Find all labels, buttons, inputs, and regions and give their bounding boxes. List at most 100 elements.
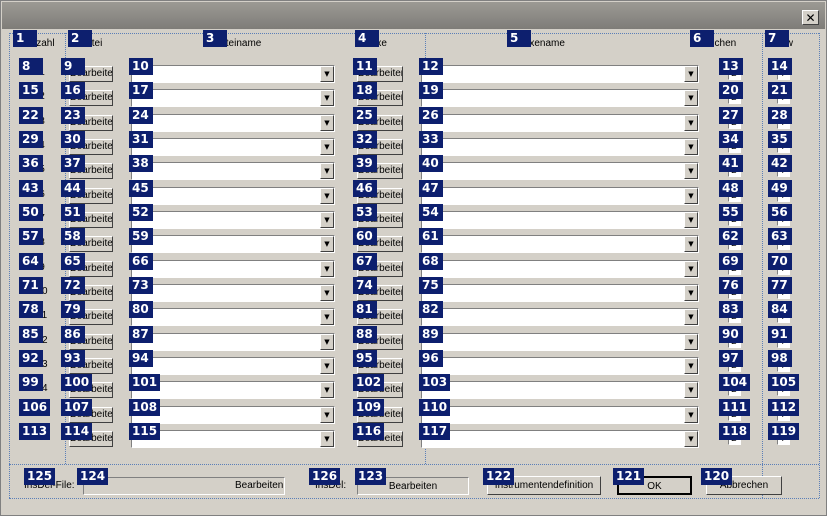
fixename-dropdown[interactable]: ▼ [421, 260, 699, 278]
annotation-badge: 79 [61, 301, 85, 318]
fixename-dropdown-button[interactable]: ▼ [684, 431, 698, 447]
dateiname-dropdown[interactable]: ▼ [131, 406, 335, 424]
dateiname-dropdown[interactable]: ▼ [131, 381, 335, 399]
dateiname-dropdown-button[interactable]: ▼ [320, 309, 334, 325]
dateiname-dropdown[interactable]: ▼ [131, 333, 335, 351]
annotation-badge: 95 [353, 350, 377, 367]
insdel-file-bearbeiten-label[interactable]: Bearbeiten [235, 480, 283, 492]
fixename-dropdown-button[interactable]: ▼ [684, 139, 698, 155]
annotation-badge: 116 [353, 423, 385, 440]
fixename-dropdown[interactable]: ▼ [421, 357, 699, 375]
fixename-dropdown-button[interactable]: ▼ [684, 382, 698, 398]
annotation-badge: 62 [719, 228, 743, 245]
dateiname-dropdown-button[interactable]: ▼ [320, 285, 334, 301]
annotation-badge: 5 [507, 30, 531, 47]
close-button[interactable]: ✕ [802, 10, 819, 25]
fixename-dropdown[interactable]: ▼ [421, 89, 699, 107]
dateiname-dropdown[interactable]: ▼ [131, 284, 335, 302]
annotation-badge: 89 [419, 326, 443, 343]
annotation-badge: 44 [61, 180, 85, 197]
chevron-down-icon: ▼ [324, 142, 330, 151]
fixename-dropdown-button[interactable]: ▼ [684, 358, 698, 374]
dateiname-dropdown-button[interactable]: ▼ [320, 407, 334, 423]
annotation-badge: 56 [768, 204, 792, 221]
fixename-dropdown[interactable]: ▼ [421, 211, 699, 229]
annotation-badge: 126 [309, 468, 341, 485]
annotation-badge: 55 [719, 204, 743, 221]
dateiname-dropdown[interactable]: ▼ [131, 162, 335, 180]
dateiname-dropdown-button[interactable]: ▼ [320, 115, 334, 131]
fixename-dropdown-button[interactable]: ▼ [684, 212, 698, 228]
dateiname-dropdown-button[interactable]: ▼ [320, 66, 334, 82]
annotation-badge: 110 [419, 399, 451, 416]
fixename-dropdown[interactable]: ▼ [421, 162, 699, 180]
annotation-badge: 21 [768, 82, 792, 99]
annotation-badge: 6 [690, 30, 714, 47]
fixename-dropdown[interactable]: ▼ [421, 235, 699, 253]
dateiname-dropdown[interactable]: ▼ [131, 65, 335, 83]
dateiname-dropdown[interactable]: ▼ [131, 114, 335, 132]
fixename-dropdown[interactable]: ▼ [421, 65, 699, 83]
dateiname-dropdown-button[interactable]: ▼ [320, 163, 334, 179]
dateiname-dropdown-button[interactable]: ▼ [320, 212, 334, 228]
fixename-dropdown[interactable]: ▼ [421, 333, 699, 351]
fixename-dropdown[interactable]: ▼ [421, 430, 699, 448]
chevron-down-icon: ▼ [324, 191, 330, 200]
guide-line [9, 464, 819, 465]
annotation-badge: 50 [19, 204, 43, 221]
title-bar[interactable] [2, 2, 825, 29]
dateiname-dropdown[interactable]: ▼ [131, 235, 335, 253]
fixename-dropdown-button[interactable]: ▼ [684, 66, 698, 82]
table-row: 14Bearbeiten▼Bearbeiten▼BT [1, 374, 827, 399]
fixename-dropdown[interactable]: ▼ [421, 284, 699, 302]
annotation-badge: 101 [129, 374, 161, 391]
fixename-dropdown[interactable]: ▼ [421, 308, 699, 326]
dateiname-dropdown[interactable]: ▼ [131, 430, 335, 448]
fixename-dropdown[interactable]: ▼ [421, 187, 699, 205]
dateiname-dropdown-button[interactable]: ▼ [320, 382, 334, 398]
fixename-dropdown[interactable]: ▼ [421, 381, 699, 399]
dateiname-dropdown-button[interactable]: ▼ [320, 261, 334, 277]
dateiname-dropdown[interactable]: ▼ [131, 211, 335, 229]
chevron-down-icon: ▼ [688, 93, 694, 102]
dateiname-dropdown-button[interactable]: ▼ [320, 90, 334, 106]
fixename-dropdown-button[interactable]: ▼ [684, 188, 698, 204]
dateiname-dropdown-button[interactable]: ▼ [320, 334, 334, 350]
fixename-dropdown-button[interactable]: ▼ [684, 309, 698, 325]
dateiname-dropdown-button[interactable]: ▼ [320, 188, 334, 204]
table-row: 7Bearbeiten▼Bearbeiten▼BT [1, 204, 827, 229]
chevron-down-icon: ▼ [688, 215, 694, 224]
fixename-dropdown-button[interactable]: ▼ [684, 407, 698, 423]
fixename-dropdown-button[interactable]: ▼ [684, 163, 698, 179]
dateiname-dropdown-button[interactable]: ▼ [320, 358, 334, 374]
annotation-badge: 20 [719, 82, 743, 99]
chevron-down-icon: ▼ [324, 93, 330, 102]
dateiname-dropdown[interactable]: ▼ [131, 138, 335, 156]
dateiname-dropdown[interactable]: ▼ [131, 260, 335, 278]
chevron-down-icon: ▼ [688, 337, 694, 346]
annotation-badge: 118 [719, 423, 751, 440]
fixename-dropdown-button[interactable]: ▼ [684, 115, 698, 131]
annotation-badge: 9 [61, 58, 85, 75]
fixename-dropdown[interactable]: ▼ [421, 114, 699, 132]
annotation-badge: 71 [19, 277, 43, 294]
dateiname-dropdown[interactable]: ▼ [131, 308, 335, 326]
annotation-badge: 80 [129, 301, 153, 318]
annotation-badge: 61 [419, 228, 443, 245]
fixename-dropdown[interactable]: ▼ [421, 138, 699, 156]
fixename-dropdown-button[interactable]: ▼ [684, 90, 698, 106]
fixename-dropdown-button[interactable]: ▼ [684, 285, 698, 301]
fixename-dropdown[interactable]: ▼ [421, 406, 699, 424]
fixename-dropdown-button[interactable]: ▼ [684, 236, 698, 252]
dateiname-dropdown[interactable]: ▼ [131, 187, 335, 205]
fixename-dropdown-button[interactable]: ▼ [684, 334, 698, 350]
fixename-dropdown-button[interactable]: ▼ [684, 261, 698, 277]
dateiname-dropdown[interactable]: ▼ [131, 89, 335, 107]
dateiname-dropdown-button[interactable]: ▼ [320, 431, 334, 447]
annotation-badge: 2 [68, 30, 92, 47]
dateiname-dropdown-button[interactable]: ▼ [320, 139, 334, 155]
annotation-badge: 117 [419, 423, 451, 440]
chevron-down-icon: ▼ [324, 118, 330, 127]
dateiname-dropdown[interactable]: ▼ [131, 357, 335, 375]
dateiname-dropdown-button[interactable]: ▼ [320, 236, 334, 252]
